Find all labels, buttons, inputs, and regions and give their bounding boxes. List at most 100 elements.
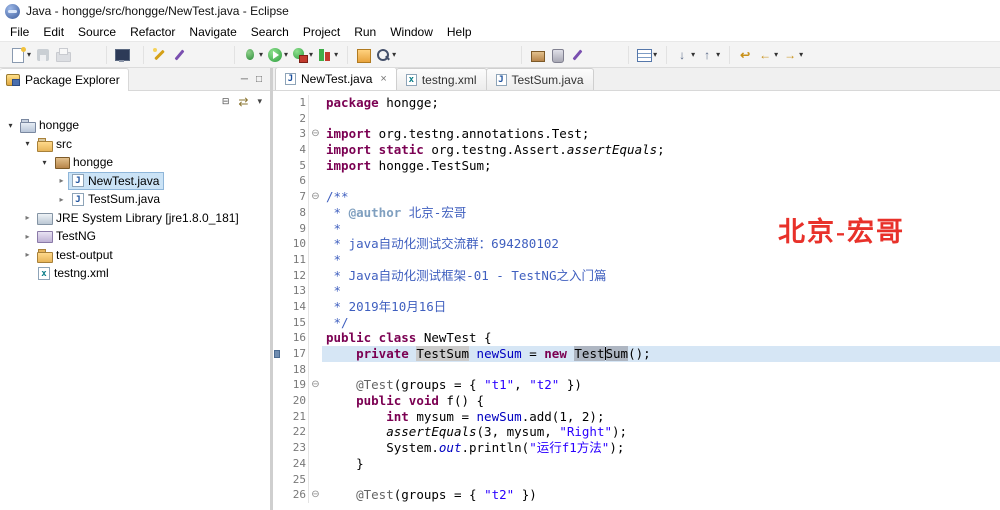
dropdown-caret-icon[interactable]: ▾ [284,50,288,59]
line-number[interactable]: 23 [282,440,308,456]
line-number[interactable]: 18 [282,362,308,378]
tree-item-testng-xml[interactable]: x testng.xml [0,264,270,283]
format-pen-icon[interactable] [169,46,189,64]
line-number[interactable]: 13 [282,283,308,299]
menu-source[interactable]: Source [71,23,123,41]
dropdown-caret-icon[interactable]: ▾ [309,50,313,59]
code-text[interactable]: * [322,221,1000,237]
editor-tab-testng-xml[interactable]: x testng.xml [395,68,487,90]
line-number[interactable]: 5 [282,158,308,174]
line-number[interactable]: 22 [282,424,308,440]
line-number[interactable]: 17 [282,346,308,362]
coverage-icon[interactable]: ▾ [315,46,340,64]
new-wizard-icon[interactable]: ▾ [8,46,33,64]
next-annotation-icon[interactable]: ↓ ▾ [672,46,697,64]
menu-search[interactable]: Search [244,23,296,41]
code-text[interactable]: * @author 北京-宏哥 [322,205,1000,221]
chevron-down-icon[interactable]: ▾ [38,158,51,167]
chevron-right-icon[interactable]: ▸ [21,213,34,222]
tree-item-testng[interactable]: ▸ TestNG [0,227,270,246]
code-text[interactable]: /** [322,189,1000,205]
line-number[interactable]: 20 [282,393,308,409]
dropdown-caret-icon[interactable]: ▾ [334,50,338,59]
line-number[interactable]: 7 [282,189,308,205]
code-text[interactable]: public void f() { [322,393,1000,409]
line-number[interactable]: 6 [282,173,308,189]
line-number[interactable]: 11 [282,252,308,268]
code-text[interactable]: import org.testng.annotations.Test; [322,126,1000,142]
editor-body[interactable]: 1 package hongge; 2 3 ⊖ import org.testng.ann… [273,91,1000,510]
package-explorer-tab[interactable]: Package Explorer [0,67,129,91]
chevron-right-icon[interactable]: ▸ [21,232,34,241]
save-icon[interactable] [33,46,53,64]
forward-icon[interactable]: → ▾ [780,46,805,64]
code-text[interactable] [322,472,1000,488]
code-text[interactable]: * [322,252,1000,268]
tree-item-body[interactable]: TestNG [34,227,101,245]
run-icon[interactable]: ▾ [265,46,290,64]
code-text[interactable]: } [322,456,1000,472]
editor-tab-testsum-java[interactable]: J TestSum.java [485,68,594,90]
code-text[interactable]: private TestSum newSum = new TestSum(); [322,346,1000,362]
view-menu-icon[interactable]: ▾ [257,96,262,107]
code-area[interactable]: 1 package hongge; 2 3 ⊖ import org.testng.ann… [273,91,1000,510]
tree-item-hongge[interactable]: ▾ hongge [0,116,270,135]
prev-annotation-icon[interactable]: ↑ ▾ [697,46,722,64]
tree-item-src[interactable]: ▾ src [0,135,270,154]
back-icon[interactable]: ← ▾ [755,46,780,64]
fold-collapse-icon[interactable]: ⊖ [308,126,322,143]
code-text[interactable]: import hongge.TestSum; [322,158,1000,174]
tree-item-testsum-java[interactable]: ▸ J TestSum.java [0,190,270,209]
code-text[interactable]: * [322,283,1000,299]
close-icon[interactable]: × [380,73,386,85]
menu-edit[interactable]: Edit [36,23,71,41]
line-number[interactable]: 4 [282,142,308,158]
open-console-icon[interactable] [112,46,132,64]
tree-item-body[interactable]: src [34,135,77,153]
dropdown-caret-icon[interactable]: ▾ [774,50,778,59]
maximize-view-icon[interactable]: □ [256,74,262,85]
line-number[interactable]: 10 [282,236,308,252]
line-number[interactable]: 2 [282,111,308,127]
code-text[interactable]: * java自动化测试交流群：694280102 [322,236,1000,252]
new-package-icon[interactable] [527,46,547,64]
sort-table-icon[interactable]: ▾ [634,46,659,64]
editor-tab-newtest-java[interactable]: J NewTest.java × [275,68,397,90]
print-icon[interactable] [53,46,73,64]
run-external-icon[interactable]: ▾ [290,46,315,64]
code-text[interactable]: import static org.testng.Assert.assertEq… [322,142,1000,158]
last-edit-location-icon[interactable]: ↩ [735,46,755,64]
code-text[interactable]: * 2019年10月16日 [322,299,1000,315]
tree-item-body[interactable]: J TestSum.java [68,190,165,208]
line-number[interactable]: 15 [282,315,308,331]
link-with-editor-icon[interactable]: ⇄ [238,95,248,109]
tree-item-body[interactable]: hongge [51,153,118,171]
tree-item-body[interactable]: x testng.xml [34,264,114,282]
new-jar-icon[interactable] [547,46,567,64]
line-number[interactable]: 26 [282,487,308,503]
dropdown-caret-icon[interactable]: ▾ [653,50,657,59]
line-number[interactable]: 25 [282,472,308,488]
chevron-right-icon[interactable]: ▸ [55,176,68,185]
line-number[interactable]: 1 [282,95,308,111]
menu-window[interactable]: Window [383,23,440,41]
code-text[interactable]: * Java自动化测试框架-01 - TestNG之入门篇 [322,268,1000,284]
line-number[interactable]: 3 [282,126,308,142]
menu-refactor[interactable]: Refactor [123,23,182,41]
dropdown-caret-icon[interactable]: ▾ [259,50,263,59]
code-text[interactable]: assertEquals(3, mysum, "Right"); [322,424,1000,440]
tree-item-body[interactable]: J NewTest.java [68,171,165,190]
menu-project[interactable]: Project [296,23,347,41]
tree-item-body[interactable]: test-output [34,246,118,264]
code-text[interactable]: package hongge; [322,95,1000,111]
menu-file[interactable]: File [3,23,36,41]
minimize-view-icon[interactable]: ─ [241,74,248,85]
dropdown-caret-icon[interactable]: ▾ [716,50,720,59]
menu-run[interactable]: Run [347,23,383,41]
line-number[interactable]: 19 [282,377,308,393]
collapse-all-icon[interactable]: ⊟ [222,96,230,107]
line-number[interactable]: 21 [282,409,308,425]
dropdown-caret-icon[interactable]: ▾ [392,50,396,59]
tree-item-test-output[interactable]: ▸ test-output [0,246,270,265]
external-tools-wand-icon[interactable] [149,46,169,64]
